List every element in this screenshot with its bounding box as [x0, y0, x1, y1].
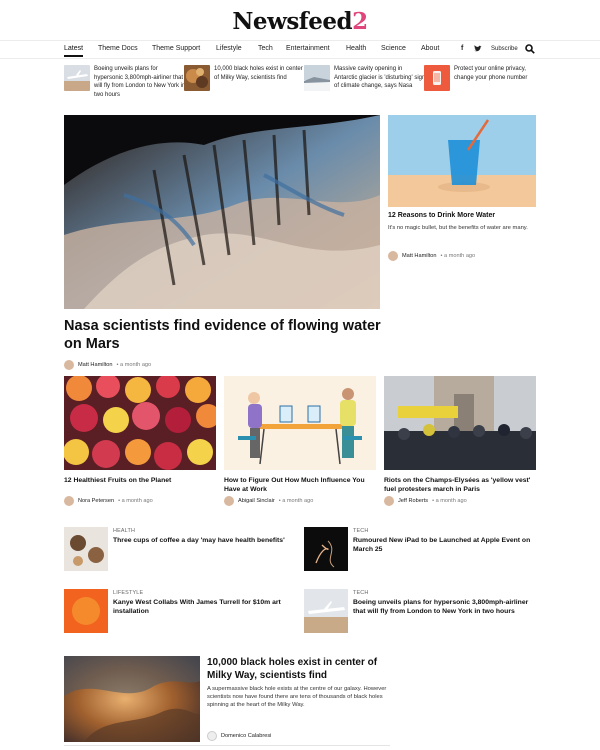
time-separator: • — [432, 498, 435, 504]
card-1-author: Nora Petersen • a month ago — [64, 496, 153, 506]
list-item-4-title[interactable]: Boeing unveils plans for hypersonic 3,80… — [353, 598, 533, 616]
side-story-title[interactable]: 12 Reasons to Drink More Water — [388, 212, 538, 219]
twitter-icon[interactable] — [474, 45, 482, 54]
nav-about[interactable]: About — [421, 45, 439, 52]
nav-lifestyle[interactable]: Lifestyle — [216, 45, 242, 52]
mini-story-1-title: Boeing unveils plans for hypersonic 3,80… — [94, 66, 186, 98]
main-navigation: Latest Theme Docs Theme Support Lifestyl… — [0, 40, 600, 59]
author-avatar — [64, 496, 74, 506]
nav-science[interactable]: Science — [381, 45, 406, 52]
mini-story-2-title: 10,000 black holes exist in center of Mi… — [214, 66, 303, 81]
card-3-title[interactable]: Riots on the Champs-Elysées as 'yellow v… — [384, 476, 540, 494]
nav-entertainment[interactable]: Entertainment — [286, 45, 330, 52]
list-item-2-category[interactable]: TECH — [353, 528, 368, 534]
time-separator: • — [278, 498, 281, 504]
author-avatar — [388, 251, 398, 261]
author-avatar — [384, 496, 394, 506]
subscribe-link[interactable]: Subscribe — [491, 46, 518, 52]
post-time: a month ago — [121, 498, 153, 504]
nav-theme-docs[interactable]: Theme Docs — [98, 45, 138, 52]
side-story-image[interactable] — [388, 115, 536, 207]
mini-story-3-thumbnail — [304, 65, 330, 91]
list-item-4-category[interactable]: TECH — [353, 590, 368, 596]
card-3-image[interactable] — [384, 376, 536, 470]
list-item-3-thumbnail[interactable] — [64, 589, 108, 633]
mini-story-3[interactable]: Massive cavity opening in Antarctic glac… — [304, 65, 426, 107]
list-item-2-thumbnail[interactable] — [304, 527, 348, 571]
time-separator: • — [440, 253, 443, 259]
feature-image-nebula[interactable] — [64, 656, 200, 742]
nav-theme-support[interactable]: Theme Support — [152, 45, 200, 52]
post-time: a month ago — [120, 362, 152, 368]
mini-story-1[interactable]: Boeing unveils plans for hypersonic 3,80… — [64, 65, 186, 107]
nav-health[interactable]: Health — [346, 45, 366, 52]
search-icon[interactable] — [525, 44, 535, 56]
mini-story-4-title: Protect your online privacy, change your… — [454, 66, 528, 81]
mini-story-4-thumbnail — [424, 65, 450, 91]
feature-excerpt: A supermassive black hole exists at the … — [207, 686, 387, 708]
author-name[interactable]: Matt Hamilton — [402, 253, 437, 259]
list-item-4-thumbnail[interactable] — [304, 589, 348, 633]
hero-author: Matt Hamilton • a month ago — [64, 360, 151, 370]
hero-headline[interactable]: Nasa scientists find evidence of flowing… — [64, 317, 384, 353]
time-separator: • — [116, 362, 119, 368]
logo-number: 2 — [352, 8, 368, 35]
post-time: a month ago — [435, 498, 467, 504]
card-2-author: Abigail Sinclair • a month ago — [224, 496, 313, 506]
card-2-title[interactable]: How to Figure Out How Much Influence You… — [224, 476, 380, 494]
list-item-3-title[interactable]: Kanye West Collabs With James Turrell fo… — [113, 598, 293, 616]
card-3-author: Jeff Roberts • a month ago — [384, 496, 467, 506]
post-time: a month ago — [282, 498, 314, 504]
mini-story-2[interactable]: 10,000 black holes exist in center of Mi… — [184, 65, 304, 107]
author-avatar — [224, 496, 234, 506]
list-item-3-category[interactable]: LIFESTYLE — [113, 590, 143, 596]
side-story-author: Matt Hamilton • a month ago — [388, 251, 475, 261]
list-item-1-title[interactable]: Three cups of coffee a day 'may have hea… — [113, 536, 293, 545]
feature-headline[interactable]: 10,000 black holes exist in center of Mi… — [207, 657, 387, 682]
author-name[interactable]: Domenico Calabresi — [221, 733, 271, 739]
card-2-image[interactable] — [224, 376, 376, 470]
list-item-1-category[interactable]: HEALTH — [113, 528, 135, 534]
facebook-icon[interactable]: f — [461, 45, 463, 52]
feature-author: Domenico Calabresi — [207, 731, 275, 741]
author-name[interactable]: Abigail Sinclair — [238, 498, 275, 504]
hero-image-mars[interactable] — [64, 115, 380, 309]
mini-story-1-thumbnail — [64, 65, 90, 91]
card-1-image[interactable] — [64, 376, 216, 470]
list-item-2-title[interactable]: Rumoured New iPad to be Launched at Appl… — [353, 536, 533, 554]
section-divider — [64, 745, 390, 746]
mini-story-3-title: Massive cavity opening in Antarctic glac… — [334, 66, 426, 89]
side-story-excerpt: It's no magic bullet, but the benefits o… — [388, 225, 528, 231]
post-time: a month ago — [444, 253, 476, 259]
nav-latest[interactable]: Latest — [64, 45, 84, 57]
mini-story-4[interactable]: Protect your online privacy, change your… — [424, 65, 544, 107]
nav-tech[interactable]: Tech — [258, 45, 273, 52]
author-name[interactable]: Jeff Roberts — [398, 498, 428, 504]
time-separator: • — [118, 498, 121, 504]
author-name[interactable]: Nora Petersen — [78, 498, 114, 504]
card-1-title[interactable]: 12 Healthiest Fruits on the Planet — [64, 476, 220, 485]
list-item-1-thumbnail[interactable] — [64, 527, 108, 571]
author-name[interactable]: Matt Hamilton — [78, 362, 113, 368]
mini-story-2-thumbnail — [184, 65, 210, 91]
author-avatar — [207, 731, 217, 741]
logo-text: Newsfeed — [232, 8, 353, 35]
site-logo[interactable]: Newsfeed2 — [0, 8, 600, 35]
author-avatar — [64, 360, 74, 370]
